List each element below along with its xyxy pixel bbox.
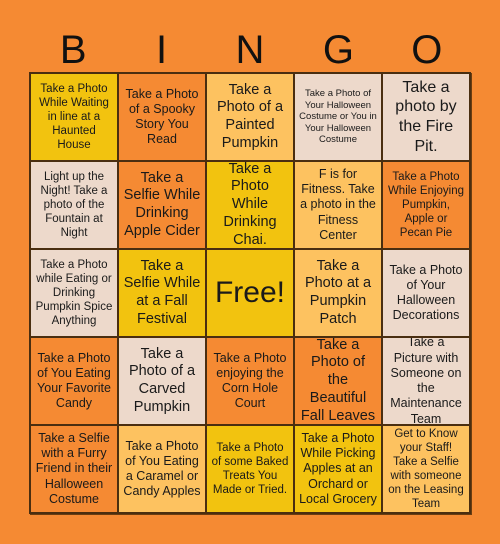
cell-text: Take a photo by the Fire Pit. bbox=[395, 78, 457, 155]
cell-text: Take a Photo While Picking Apples at an … bbox=[299, 430, 377, 506]
bingo-board: Take a Photo While Waiting in line at a … bbox=[29, 72, 471, 514]
bingo-cell[interactable]: Get to Know your Staff! Take a Selfie wi… bbox=[382, 425, 470, 513]
bingo-cell[interactable]: F is for Fitness. Take a photo in the Fi… bbox=[294, 161, 382, 249]
header-letter-b: B bbox=[59, 28, 87, 72]
bingo-cell[interactable]: Take a Selfie While at a Fall Festival bbox=[118, 249, 206, 337]
cell-text: Take a Photo While Enjoying Pumpkin, App… bbox=[387, 170, 465, 240]
bingo-cell[interactable]: Take a Photo While Waiting in line at a … bbox=[30, 73, 118, 161]
cell-text: Take a Photo of some Baked Treats You Ma… bbox=[211, 441, 289, 497]
bingo-cell[interactable]: Take a Picture with Someone on the Maint… bbox=[382, 337, 470, 425]
bingo-cell[interactable]: Take a Selfie with a Furry Friend in the… bbox=[30, 425, 118, 513]
cell-text: Take a Photo of a Painted Pumpkin bbox=[216, 81, 284, 151]
cell-text: Take a Photo of You Eating Your Favorite… bbox=[37, 350, 111, 411]
header-letter-g: G bbox=[322, 28, 354, 72]
cell-text: Take a Selfie with a Furry Friend in the… bbox=[35, 430, 113, 506]
cell-text: Take a Selfie While Drinking Apple Cider bbox=[123, 169, 201, 239]
cell-text: Take a Selfie While at a Fall Festival bbox=[123, 257, 201, 327]
bingo-cell[interactable]: Take a Photo While Drinking Chai. bbox=[206, 161, 294, 249]
bingo-cell[interactable]: Take a Photo of Your Halloween Decoratio… bbox=[382, 249, 470, 337]
bingo-cell[interactable]: Take a Photo while Eating or Drinking Pu… bbox=[30, 249, 118, 337]
bingo-cell[interactable]: Take a Photo While Picking Apples at an … bbox=[294, 425, 382, 513]
bingo-header: B I N G O bbox=[29, 28, 471, 72]
cell-text: Take a Photo of Your Halloween Decoratio… bbox=[389, 262, 463, 323]
header-letter-i: I bbox=[156, 28, 168, 72]
bingo-cell-free[interactable]: Free! bbox=[206, 249, 294, 337]
bingo-cell[interactable]: Take a Photo enjoying the Corn Hole Cour… bbox=[206, 337, 294, 425]
bingo-cell[interactable]: Take a Photo of Your Halloween Costume o… bbox=[294, 73, 382, 161]
cell-text: Take a Picture with Someone on the Maint… bbox=[390, 337, 462, 425]
bingo-cell[interactable]: Take a Photo of You Eating Your Favorite… bbox=[30, 337, 118, 425]
bingo-cell[interactable]: Take a Photo While Enjoying Pumpkin, App… bbox=[382, 161, 470, 249]
cell-text: Take a Photo enjoying the Corn Hole Cour… bbox=[213, 350, 287, 411]
cell-text: Free! bbox=[214, 275, 286, 309]
cell-text: Take a Photo of a Carved Pumpkin bbox=[128, 345, 196, 415]
bingo-cell[interactable]: Take a Photo of You Eating a Caramel or … bbox=[118, 425, 206, 513]
cell-text: Take a Photo of Your Halloween Costume o… bbox=[299, 88, 377, 146]
bingo-cell[interactable]: Light up the Night! Take a photo of the … bbox=[30, 161, 118, 249]
bingo-cell[interactable]: Take a Photo of a Carved Pumpkin bbox=[118, 337, 206, 425]
header-letter-n: N bbox=[235, 28, 265, 72]
cell-text: Take a Photo at a Pumpkin Patch bbox=[304, 257, 372, 327]
bingo-cell[interactable]: Take a Selfie While Drinking Apple Cider bbox=[118, 161, 206, 249]
cell-text: Take a Photo of You Eating a Caramel or … bbox=[123, 438, 201, 499]
bingo-cell[interactable]: Take a Photo of the Beautiful Fall Leave… bbox=[294, 337, 382, 425]
cell-text: F is for Fitness. Take a photo in the Fi… bbox=[300, 166, 376, 242]
bingo-cell[interactable]: Take a Photo at a Pumpkin Patch bbox=[294, 249, 382, 337]
bingo-cell[interactable]: Take a Photo of some Baked Treats You Ma… bbox=[206, 425, 294, 513]
cell-text: Get to Know your Staff! Take a Selfie wi… bbox=[388, 427, 464, 511]
cell-text: Take a Photo While Drinking Chai. bbox=[223, 161, 277, 248]
cell-text: Take a Photo while Eating or Drinking Pu… bbox=[35, 258, 113, 328]
cell-text: Light up the Night! Take a photo of the … bbox=[40, 170, 108, 240]
cell-text: Take a Photo While Waiting in line at a … bbox=[39, 82, 109, 152]
bingo-cell[interactable]: Take a Photo of a Spooky Story You Read bbox=[118, 73, 206, 161]
bingo-cell[interactable]: Take a Photo of a Painted Pumpkin bbox=[206, 73, 294, 161]
bingo-cell[interactable]: Take a photo by the Fire Pit. bbox=[382, 73, 470, 161]
cell-text: Take a Photo of the Beautiful Fall Leave… bbox=[300, 337, 376, 424]
header-letter-o: O bbox=[411, 28, 443, 72]
cell-text: Take a Photo of a Spooky Story You Read bbox=[125, 86, 199, 147]
